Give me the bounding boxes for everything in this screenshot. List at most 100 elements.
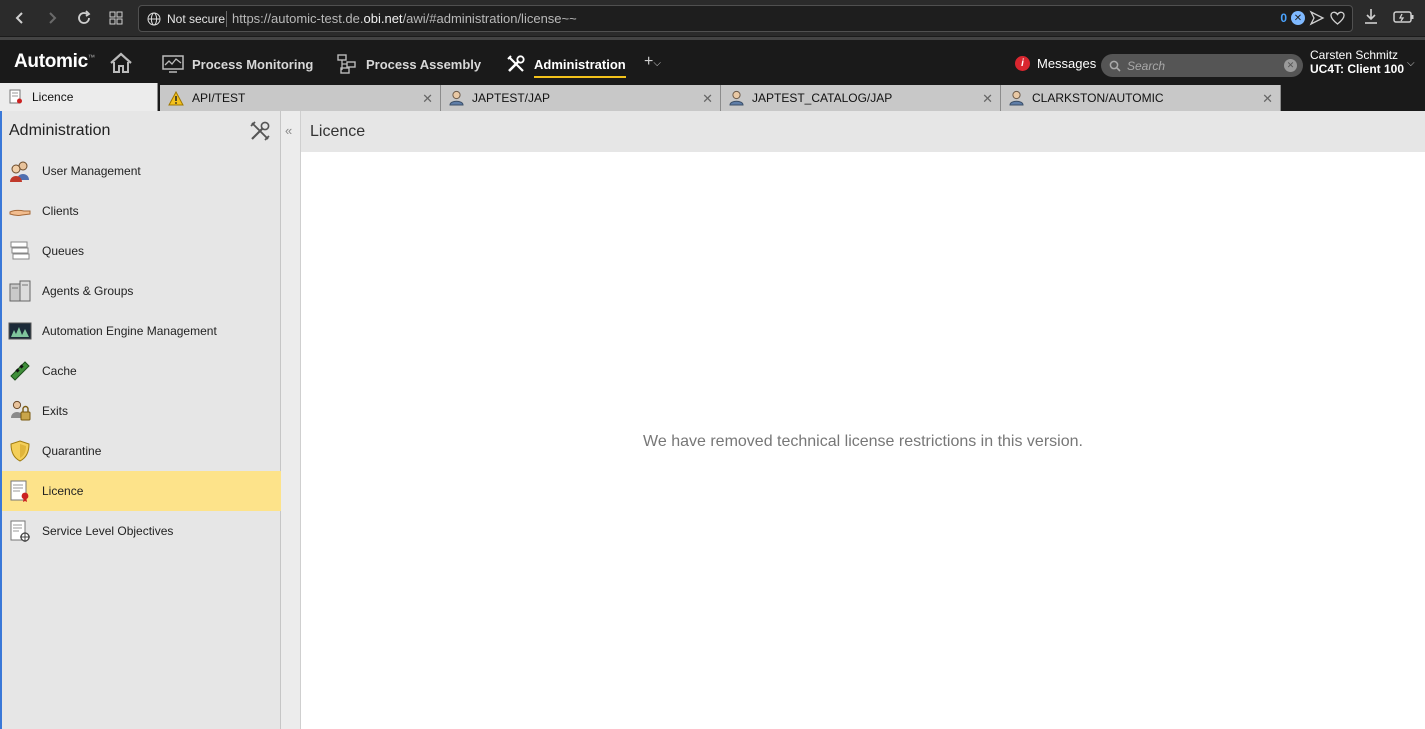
globe-icon [147,12,161,26]
sidebar-item-label: Queues [42,244,85,258]
admin-sidebar: Administration User Management Clients Q… [0,111,281,729]
sidebar-item-licence[interactable]: Licence [2,471,281,511]
sidebar-item-label: Licence [42,484,84,498]
alert-icon: i [1015,56,1030,71]
user-menu[interactable]: Carsten Schmitz UC4T: Client 100 [1310,48,1404,76]
messages-button[interactable]: i Messages [1015,56,1096,71]
user-icon [729,90,744,106]
blocker-count: 0 [1280,11,1287,25]
tab-licence[interactable]: Licence [0,83,158,111]
sidebar-item-label: User Management [42,164,141,178]
url-path: /awi/#administration/license~~ [402,11,577,26]
send-icon[interactable] [1309,10,1325,26]
automic-logo[interactable]: Automic™ [14,51,95,73]
sidebar-collapse-bar[interactable]: « [281,111,301,729]
search-input[interactable] [1127,58,1277,73]
monitor-icon [162,55,184,73]
menu-administration[interactable]: Administration [506,50,626,78]
content-header: Licence [301,111,1425,152]
url-prefix: https://automic-test.de. [232,11,364,26]
page-title: Licence [310,123,366,140]
download-icon[interactable] [1363,8,1379,29]
forward-icon[interactable] [42,8,62,28]
url-divider [226,11,227,27]
slo-icon [8,519,32,543]
menu-process-monitoring[interactable]: Process Monitoring [162,50,313,78]
close-icon[interactable]: ✕ [1262,91,1273,107]
sidebar-item-label: Agents & Groups [42,284,134,298]
users-icon [8,159,32,183]
tab-label: API/TEST [192,91,246,105]
queues-icon [8,239,32,263]
user-client: UC4T: Client 100 [1310,62,1405,76]
reload-icon[interactable] [74,8,94,28]
url-host: obi.net [363,11,403,26]
browser-toolbar: Not secure https://automic-test.de.obi.n… [0,0,1425,37]
engine-icon [8,319,32,343]
sidebar-item-label: Cache [42,364,77,378]
sidebar-item-label: Quarantine [42,444,102,458]
blocker-icon[interactable]: ✕ [1291,11,1305,25]
hand-icon [8,199,32,223]
address-bar-actions: 0 ✕ [1280,10,1346,26]
sidebar-title: Administration [9,122,111,139]
sidebar-item-cache[interactable]: Cache [2,351,281,391]
url-text[interactable]: https://automic-test.de.obi.net/awi/#adm… [232,11,577,26]
close-icon[interactable]: ✕ [422,91,433,107]
tab-label: JAPTEST_CATALOG/JAP [752,91,893,105]
assembly-icon [337,54,356,74]
sidebar-item-engine-management[interactable]: Automation Engine Management [2,311,281,351]
tools-icon [507,55,525,72]
heart-icon[interactable] [1329,10,1346,26]
security-indicator[interactable]: Not secure [147,11,225,27]
menu-process-assembly[interactable]: Process Assembly [336,50,481,78]
messages-label: Messages [1037,56,1097,71]
add-perspective-button[interactable]: +⌵ [644,53,661,71]
sidebar-item-label: Service Level Objectives [42,524,174,538]
security-label: Not secure [167,12,226,26]
tab-japtest-catalog-jap[interactable]: JAPTEST_CATALOG/JAP ✕ [721,85,1001,111]
trademark-mark: ™ [87,54,95,62]
sidebar-item-agents-groups[interactable]: Agents & Groups [2,271,281,311]
user-name: Carsten Schmitz [1310,48,1399,62]
tab-label: Licence [32,90,74,104]
sidebar-item-quarantine[interactable]: Quarantine [2,431,281,471]
sidebar-item-user-management[interactable]: User Management [2,151,281,191]
sidebar-item-exits[interactable]: Exits [2,391,281,431]
tab-api-test[interactable]: API/TEST ✕ [160,85,441,111]
back-icon[interactable] [10,8,30,28]
user-icon [1009,90,1024,106]
collapse-left-icon[interactable]: « [285,123,292,138]
tab-japtest-jap[interactable]: JAPTEST/JAP ✕ [441,85,721,111]
user-icon [449,90,464,106]
content-area: We have removed technical license restri… [301,152,1425,729]
home-icon[interactable] [109,52,133,74]
search-icon [1109,60,1121,72]
tab-grid-icon[interactable] [106,8,126,28]
tools-icon[interactable] [248,119,272,143]
menu-label: Process Assembly [366,56,482,72]
sidebar-item-clients[interactable]: Clients [2,191,281,231]
exits-icon [8,399,32,423]
tab-label: JAPTEST/JAP [472,91,551,105]
licence-icon [8,479,32,503]
sidebar-item-label: Exits [42,404,69,418]
close-icon[interactable]: ✕ [702,91,713,107]
sidebar-item-queues[interactable]: Queues [2,231,281,271]
sidebar-item-label: Automation Engine Management [42,324,217,338]
logo-text: Automic [14,51,88,72]
close-icon[interactable]: ✕ [982,91,993,107]
cache-icon [8,359,32,383]
warning-icon [168,90,184,105]
sidebar-item-service-level-objectives[interactable]: Service Level Objectives [2,511,281,551]
clear-search-icon[interactable]: ✕ [1284,59,1297,72]
address-bar[interactable]: Not secure https://automic-test.de.obi.n… [138,5,1353,32]
battery-icon[interactable] [1393,8,1415,29]
licence-icon [9,89,22,104]
app-header: Automic™ Process Monitoring Process Asse… [0,37,1425,83]
chevron-down-icon[interactable]: ⌵ [1407,58,1415,69]
sidebar-item-label: Clients [42,204,79,218]
tab-clarkston-automic[interactable]: CLARKSTON/AUTOMIC ✕ [1001,85,1281,111]
search-box: ✕ [1101,54,1303,77]
agents-icon [8,279,32,303]
